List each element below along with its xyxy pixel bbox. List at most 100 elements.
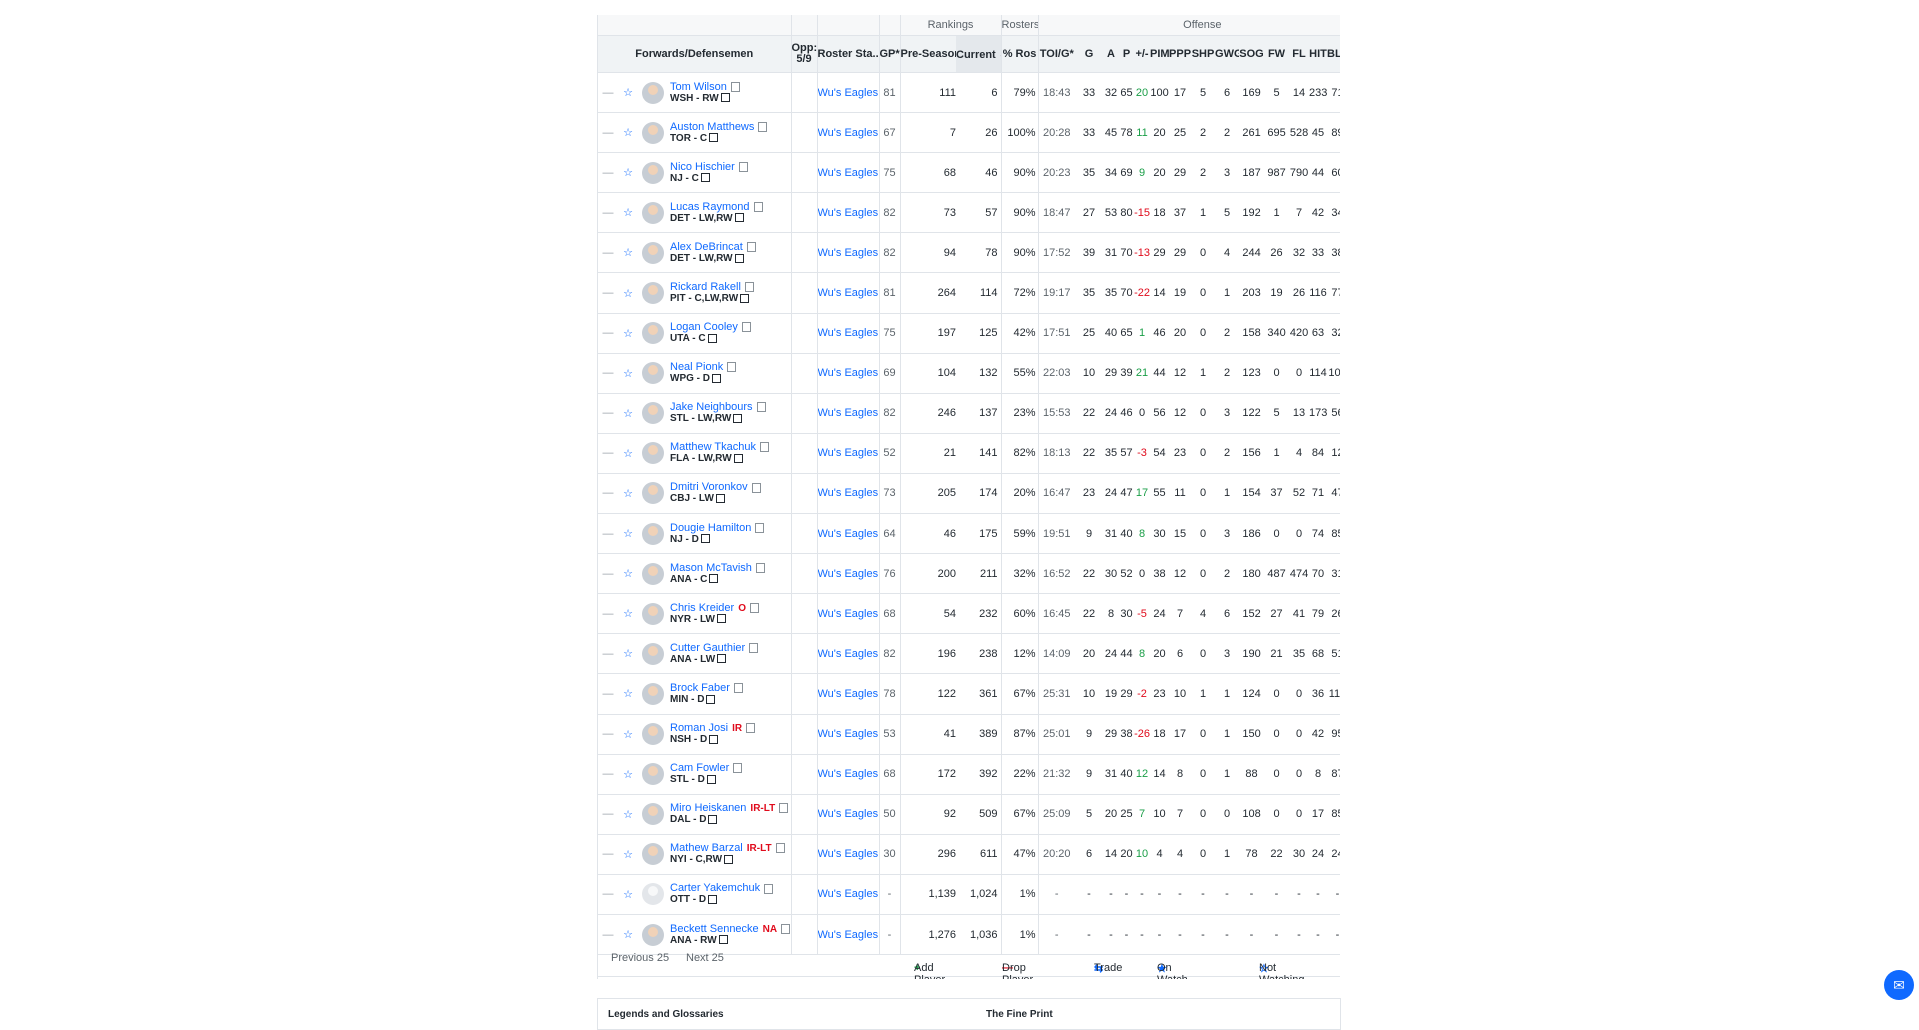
watch-star-icon[interactable]: ☆ bbox=[618, 754, 638, 795]
col-ppp[interactable]: PPP bbox=[1169, 35, 1192, 73]
watch-star-icon[interactable]: ☆ bbox=[618, 593, 638, 635]
roster-owner-link[interactable]: Wu's Eagles bbox=[817, 353, 880, 394]
roster-owner-link[interactable]: Wu's Eagles bbox=[817, 313, 880, 354]
watch-star-icon[interactable]: ☆ bbox=[618, 513, 638, 555]
player-note-icon[interactable] bbox=[727, 362, 737, 373]
player-name-link[interactable]: Dmitri Voronkov bbox=[670, 481, 748, 493]
row-actions-icon[interactable]: — bbox=[598, 473, 618, 515]
roster-owner-link[interactable]: Wu's Eagles bbox=[817, 593, 880, 635]
row-actions-icon[interactable]: — bbox=[598, 794, 618, 835]
row-actions-icon[interactable]: — bbox=[598, 513, 618, 555]
player-name-link[interactable]: Cutter Gauthier bbox=[670, 642, 745, 654]
player-name-link[interactable]: Matthew Tkachuk bbox=[670, 441, 756, 453]
watch-star-icon[interactable]: ☆ bbox=[618, 794, 638, 835]
watch-star-icon[interactable]: ☆ bbox=[618, 553, 638, 595]
col-pim[interactable]: PIM bbox=[1150, 35, 1170, 73]
row-actions-icon[interactable]: — bbox=[598, 313, 618, 354]
roster-owner-link[interactable]: Wu's Eagles bbox=[817, 874, 880, 915]
next-page-link[interactable]: Next 25 bbox=[686, 952, 724, 964]
roster-owner-link[interactable]: Wu's Eagles bbox=[817, 393, 880, 434]
row-actions-icon[interactable]: — bbox=[598, 553, 618, 595]
col-pct-ros[interactable]: % Ros bbox=[1001, 35, 1039, 73]
player-name-link[interactable]: Rickard Rakell bbox=[670, 281, 741, 293]
roster-owner-link[interactable]: Wu's Eagles bbox=[817, 192, 880, 234]
watch-star-icon[interactable]: ☆ bbox=[618, 473, 638, 515]
roster-owner-link[interactable]: Wu's Eagles bbox=[817, 152, 880, 194]
player-name-link[interactable]: Mathew Barzal bbox=[670, 842, 743, 854]
player-note-icon[interactable] bbox=[749, 642, 759, 653]
roster-owner-link[interactable]: Wu's Eagles bbox=[817, 72, 880, 114]
player-name-link[interactable]: Roman Josi bbox=[670, 722, 728, 734]
player-note-icon[interactable] bbox=[755, 522, 765, 533]
roster-owner-link[interactable]: Wu's Eagles bbox=[817, 794, 880, 835]
col-opp[interactable]: Opp: 5/9 bbox=[791, 35, 818, 73]
row-actions-icon[interactable]: — bbox=[598, 433, 618, 474]
player-name-link[interactable]: Lucas Raymond bbox=[670, 201, 750, 213]
row-actions-icon[interactable]: — bbox=[598, 874, 618, 915]
watch-star-icon[interactable]: ☆ bbox=[618, 393, 638, 434]
player-note-icon[interactable] bbox=[746, 242, 756, 253]
col-g[interactable]: G bbox=[1075, 35, 1104, 73]
player-name-link[interactable]: Miro Heiskanen bbox=[670, 802, 746, 814]
player-note-icon[interactable] bbox=[775, 843, 785, 854]
player-name-link[interactable]: Cam Fowler bbox=[670, 762, 729, 774]
player-note-icon[interactable] bbox=[733, 683, 743, 694]
col-gwg[interactable]: GWG bbox=[1215, 35, 1240, 73]
row-actions-icon[interactable]: — bbox=[598, 272, 618, 314]
player-name-link[interactable]: Alex DeBrincat bbox=[670, 241, 743, 253]
col-blk[interactable]: BLK bbox=[1327, 35, 1340, 73]
player-name-link[interactable]: Beckett Sennecke bbox=[670, 923, 759, 935]
player-name-link[interactable]: Tom Wilson bbox=[670, 81, 727, 93]
player-note-icon[interactable] bbox=[779, 803, 789, 814]
row-actions-icon[interactable]: — bbox=[598, 834, 618, 875]
row-actions-icon[interactable]: — bbox=[598, 353, 618, 394]
col-roster-status[interactable]: Roster Sta... bbox=[817, 35, 880, 73]
player-name-link[interactable]: Nico Hischier bbox=[670, 161, 735, 173]
roster-owner-link[interactable]: Wu's Eagles bbox=[817, 473, 880, 515]
row-actions-icon[interactable]: — bbox=[598, 152, 618, 194]
col-toi[interactable]: TOI/G* bbox=[1038, 35, 1076, 73]
roster-owner-link[interactable]: Wu's Eagles bbox=[817, 673, 880, 715]
row-actions-icon[interactable]: — bbox=[598, 232, 618, 274]
player-name-link[interactable]: Auston Matthews bbox=[670, 121, 754, 133]
roster-owner-link[interactable]: Wu's Eagles bbox=[817, 553, 880, 595]
player-note-icon[interactable] bbox=[756, 402, 766, 413]
watch-star-icon[interactable]: ☆ bbox=[618, 232, 638, 274]
player-name-link[interactable]: Carter Yakemchuk bbox=[670, 882, 760, 894]
watch-star-icon[interactable]: ☆ bbox=[618, 834, 638, 875]
player-note-icon[interactable] bbox=[733, 763, 743, 774]
row-actions-icon[interactable]: — bbox=[598, 393, 618, 434]
watch-star-icon[interactable]: ☆ bbox=[618, 633, 638, 675]
player-note-icon[interactable] bbox=[753, 201, 763, 212]
player-name-link[interactable]: Dougie Hamilton bbox=[670, 522, 751, 534]
col-hit[interactable]: HIT bbox=[1309, 35, 1328, 73]
chat-bubble-icon[interactable]: ✉ bbox=[1884, 970, 1914, 1000]
roster-owner-link[interactable]: Wu's Eagles bbox=[817, 513, 880, 555]
col-fl[interactable]: FL bbox=[1289, 35, 1310, 73]
roster-owner-link[interactable]: Wu's Eagles bbox=[817, 272, 880, 314]
player-note-icon[interactable] bbox=[764, 883, 774, 894]
roster-owner-link[interactable]: Wu's Eagles bbox=[817, 633, 880, 675]
roster-owner-link[interactable]: Wu's Eagles bbox=[817, 112, 880, 154]
roster-owner-link[interactable]: Wu's Eagles bbox=[817, 232, 880, 274]
legends-title[interactable]: Legends and Glossaries bbox=[608, 1009, 724, 1020]
col-preseason[interactable]: Pre-Season bbox=[900, 35, 956, 73]
row-actions-icon[interactable]: — bbox=[598, 673, 618, 715]
player-note-icon[interactable] bbox=[744, 282, 754, 293]
col-sog[interactable]: SOG bbox=[1239, 35, 1265, 73]
player-name-link[interactable]: Neal Pionk bbox=[670, 361, 723, 373]
col-fw[interactable]: FW bbox=[1264, 35, 1290, 73]
player-note-icon[interactable] bbox=[755, 562, 765, 573]
row-actions-icon[interactable]: — bbox=[598, 72, 618, 114]
col-gp[interactable]: GP* bbox=[879, 35, 901, 73]
roster-owner-link[interactable]: Wu's Eagles bbox=[817, 714, 880, 755]
roster-owner-link[interactable]: Wu's Eagles bbox=[817, 834, 880, 875]
player-note-icon[interactable] bbox=[751, 482, 761, 493]
col-player[interactable]: Forwards/Defensemen bbox=[598, 35, 792, 73]
roster-owner-link[interactable]: Wu's Eagles bbox=[817, 433, 880, 474]
row-actions-icon[interactable]: — bbox=[598, 633, 618, 675]
row-actions-icon[interactable]: — bbox=[598, 112, 618, 154]
player-note-icon[interactable] bbox=[749, 602, 759, 613]
watch-star-icon[interactable]: ☆ bbox=[618, 673, 638, 715]
previous-page-link[interactable]: Previous 25 bbox=[611, 952, 669, 964]
